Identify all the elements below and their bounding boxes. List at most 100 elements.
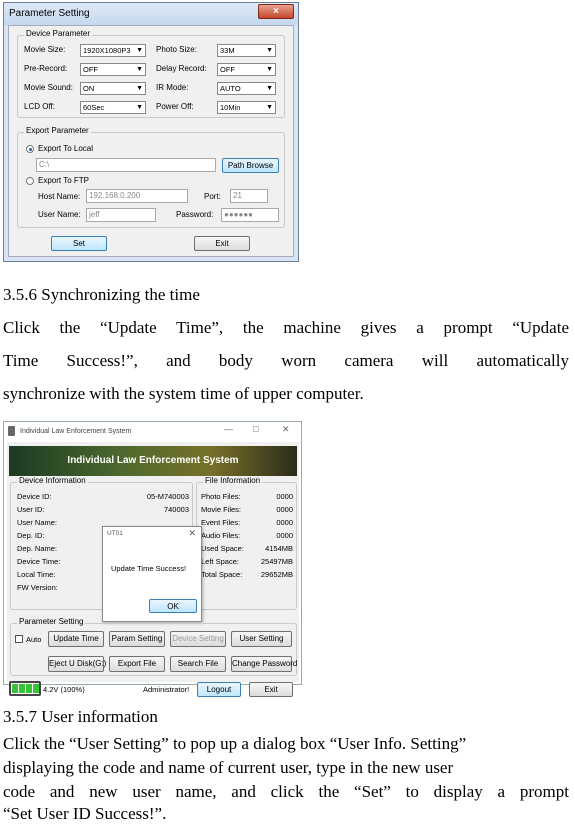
info-label: FW Version: — [17, 583, 58, 592]
info-label: Device Time: — [17, 557, 61, 566]
group-title: File Information — [203, 476, 263, 485]
export-local-radio[interactable] — [26, 145, 34, 153]
movie-sound-label: Movie Sound: — [24, 83, 73, 92]
dialog-message: Update Time Success! — [111, 564, 187, 573]
param-setting-button[interactable]: Param Setting — [109, 631, 165, 647]
search-file-button[interactable]: Search File — [170, 656, 226, 672]
export-parameter-group: Export Parameter Export To Local C:\ Pat… — [17, 126, 285, 228]
file-value: 0000 — [276, 505, 293, 514]
path-browse-button[interactable]: Path Browse — [222, 158, 279, 173]
change-password-button[interactable]: Change Password — [231, 656, 297, 672]
info-label: User ID: — [17, 505, 45, 514]
file-value: 0000 — [276, 531, 293, 540]
delay-record-select[interactable]: OFF ▼ — [217, 63, 276, 76]
paragraph-line: synchronize with the system time of uppe… — [3, 384, 364, 403]
password-input[interactable]: ●●●●●● — [221, 208, 279, 222]
dropdown-arrow-icon: ▼ — [266, 104, 273, 111]
dropdown-arrow-icon: ▼ — [136, 47, 143, 54]
pre-record-label: Pre-Record: — [24, 64, 68, 73]
user-name-input[interactable]: jeff — [86, 208, 156, 222]
dropdown-arrow-icon: ▼ — [266, 66, 273, 73]
dropdown-arrow-icon: ▼ — [136, 66, 143, 73]
close-button[interactable]: × — [258, 4, 294, 19]
parameter-setting-window: Parameter Setting × Device Parameter Mov… — [3, 2, 299, 262]
paragraph-line: displaying the code and name of current … — [3, 758, 454, 777]
app-icon — [8, 426, 15, 436]
user-name-label: User Name: — [38, 210, 81, 219]
exit-button[interactable]: Exit — [194, 236, 250, 251]
delay-record-label: Delay Record: — [156, 64, 207, 73]
dialog-close-button[interactable]: ✕ — [188, 528, 196, 539]
current-user: Administrator! — [143, 685, 190, 694]
auto-checkbox[interactable] — [15, 635, 23, 643]
device-setting-button[interactable]: Device Setting — [170, 631, 226, 647]
paragraph-line: Time Success!”, and body worn camera wil… — [3, 351, 569, 370]
parameter-setting-group: Parameter Setting Auto Update Time Param… — [10, 617, 297, 676]
file-information-group: File Information Photo Files: 0000 Movie… — [196, 476, 297, 610]
file-label: Photo Files: — [201, 492, 241, 501]
update-time-button[interactable]: Update Time — [48, 631, 104, 647]
file-label: Event Files: — [201, 518, 241, 527]
info-value: 740003 — [163, 505, 189, 514]
file-value: 0000 — [276, 518, 293, 527]
section-heading: 3.5.7 User information — [3, 707, 158, 726]
port-input[interactable]: 21 — [230, 189, 268, 203]
password-label: Password: — [176, 210, 214, 219]
paragraph-line: “Set User ID Success!”. — [3, 804, 167, 823]
dropdown-arrow-icon: ▼ — [136, 104, 143, 111]
file-value: 0000 — [276, 492, 293, 501]
movie-size-select[interactable]: 1920X1080P3 ▼ — [80, 44, 146, 57]
movie-sound-select[interactable]: ON ▼ — [80, 82, 146, 95]
exit-button[interactable]: Exit — [249, 682, 293, 697]
file-value: 25497MB — [260, 557, 293, 566]
update-time-dialog: UT01 ✕ Update Time Success! OK — [102, 526, 202, 622]
logout-button[interactable]: Logout — [197, 682, 241, 697]
dropdown-arrow-icon: ▼ — [266, 47, 273, 54]
maximize-button[interactable]: □ — [253, 424, 258, 434]
law-enforcement-window: Individual Law Enforcement System — □ ✕ … — [3, 421, 302, 697]
minimize-button[interactable]: — — [224, 424, 233, 434]
paragraph-line: code and new user name, and click the “S… — [3, 782, 569, 801]
pre-record-select[interactable]: OFF ▼ — [80, 63, 146, 76]
lcd-off-label: LCD Off: — [24, 102, 55, 111]
eject-disk-button[interactable]: Eject U Disk(G:) — [48, 656, 106, 672]
app-banner: Individual Law Enforcement System — [9, 446, 297, 476]
battery-text: 4.2V (100%) — [43, 685, 85, 694]
dialog-ok-button[interactable]: OK — [149, 599, 197, 613]
group-title: Device Parameter — [24, 29, 93, 38]
info-label: User Name: — [17, 518, 58, 527]
paragraph-line: Click the “Update Time”, the machine giv… — [3, 318, 569, 337]
paragraph-line: Click the “User Setting” to pop up a dia… — [3, 734, 467, 753]
file-label: Audio Files: — [201, 531, 241, 540]
lcd-off-select[interactable]: 60Sec ▼ — [80, 101, 146, 114]
window-client: Individual Law Enforcement System Device… — [7, 442, 299, 697]
file-label: Left Space: — [201, 557, 239, 566]
host-name-input[interactable]: 192.168.0.200 — [86, 189, 188, 203]
export-file-button[interactable]: Export File — [109, 656, 165, 672]
local-path-input[interactable]: C:\ — [36, 158, 216, 172]
export-local-label: Export To Local — [38, 144, 93, 153]
info-label: Device ID: — [17, 492, 52, 501]
export-ftp-label: Export To FTP — [38, 176, 89, 185]
info-label: Dep. Name: — [17, 544, 58, 553]
port-label: Port: — [204, 192, 221, 201]
photo-size-select[interactable]: 33M ▼ — [217, 44, 276, 57]
file-label: Total Space: — [201, 570, 243, 579]
photo-size-label: Photo Size: — [156, 45, 197, 54]
file-label: Used Space: — [201, 544, 244, 553]
ir-mode-label: IR Mode: — [156, 83, 189, 92]
ir-mode-select[interactable]: AUTO ▼ — [217, 82, 276, 95]
info-label: Local Time: — [17, 570, 56, 579]
power-off-select[interactable]: 10Min ▼ — [217, 101, 276, 114]
set-button[interactable]: Set — [51, 236, 107, 251]
group-title: Device Information — [17, 476, 88, 485]
group-title: Export Parameter — [24, 126, 91, 135]
group-title: Parameter Setting — [17, 617, 86, 626]
auto-label: Auto — [26, 635, 42, 644]
dropdown-arrow-icon: ▼ — [266, 85, 273, 92]
export-ftp-radio[interactable] — [26, 177, 34, 185]
window-title: Individual Law Enforcement System — [20, 428, 132, 435]
close-button[interactable]: ✕ — [282, 424, 290, 435]
window-title: Parameter Setting — [9, 8, 90, 19]
user-setting-button[interactable]: User Setting — [231, 631, 292, 647]
